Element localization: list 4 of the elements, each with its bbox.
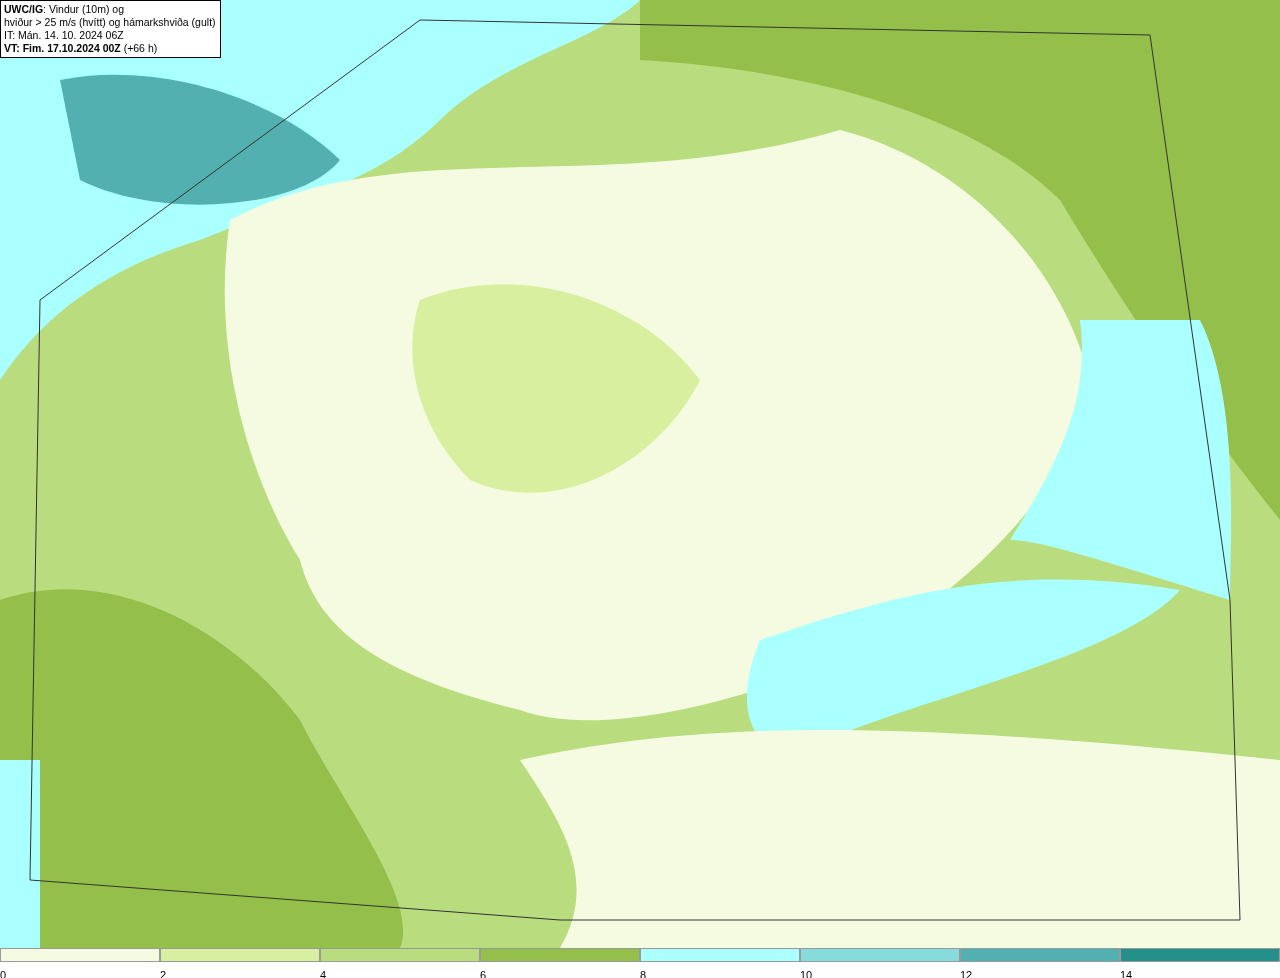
caption-line: hviður > 25 m/s (hvítt) og hámarkshviða (gult) <box>4 16 216 29</box>
caption-line: UWC/IG: Vindur (10m) og <box>4 3 125 16</box>
caption-line: VT: Fim. 17.10.2024 00Z (+66 h) <box>4 42 159 55</box>
caption-line: IT: Mán. 14. 10. 2024 06Z <box>4 29 125 42</box>
